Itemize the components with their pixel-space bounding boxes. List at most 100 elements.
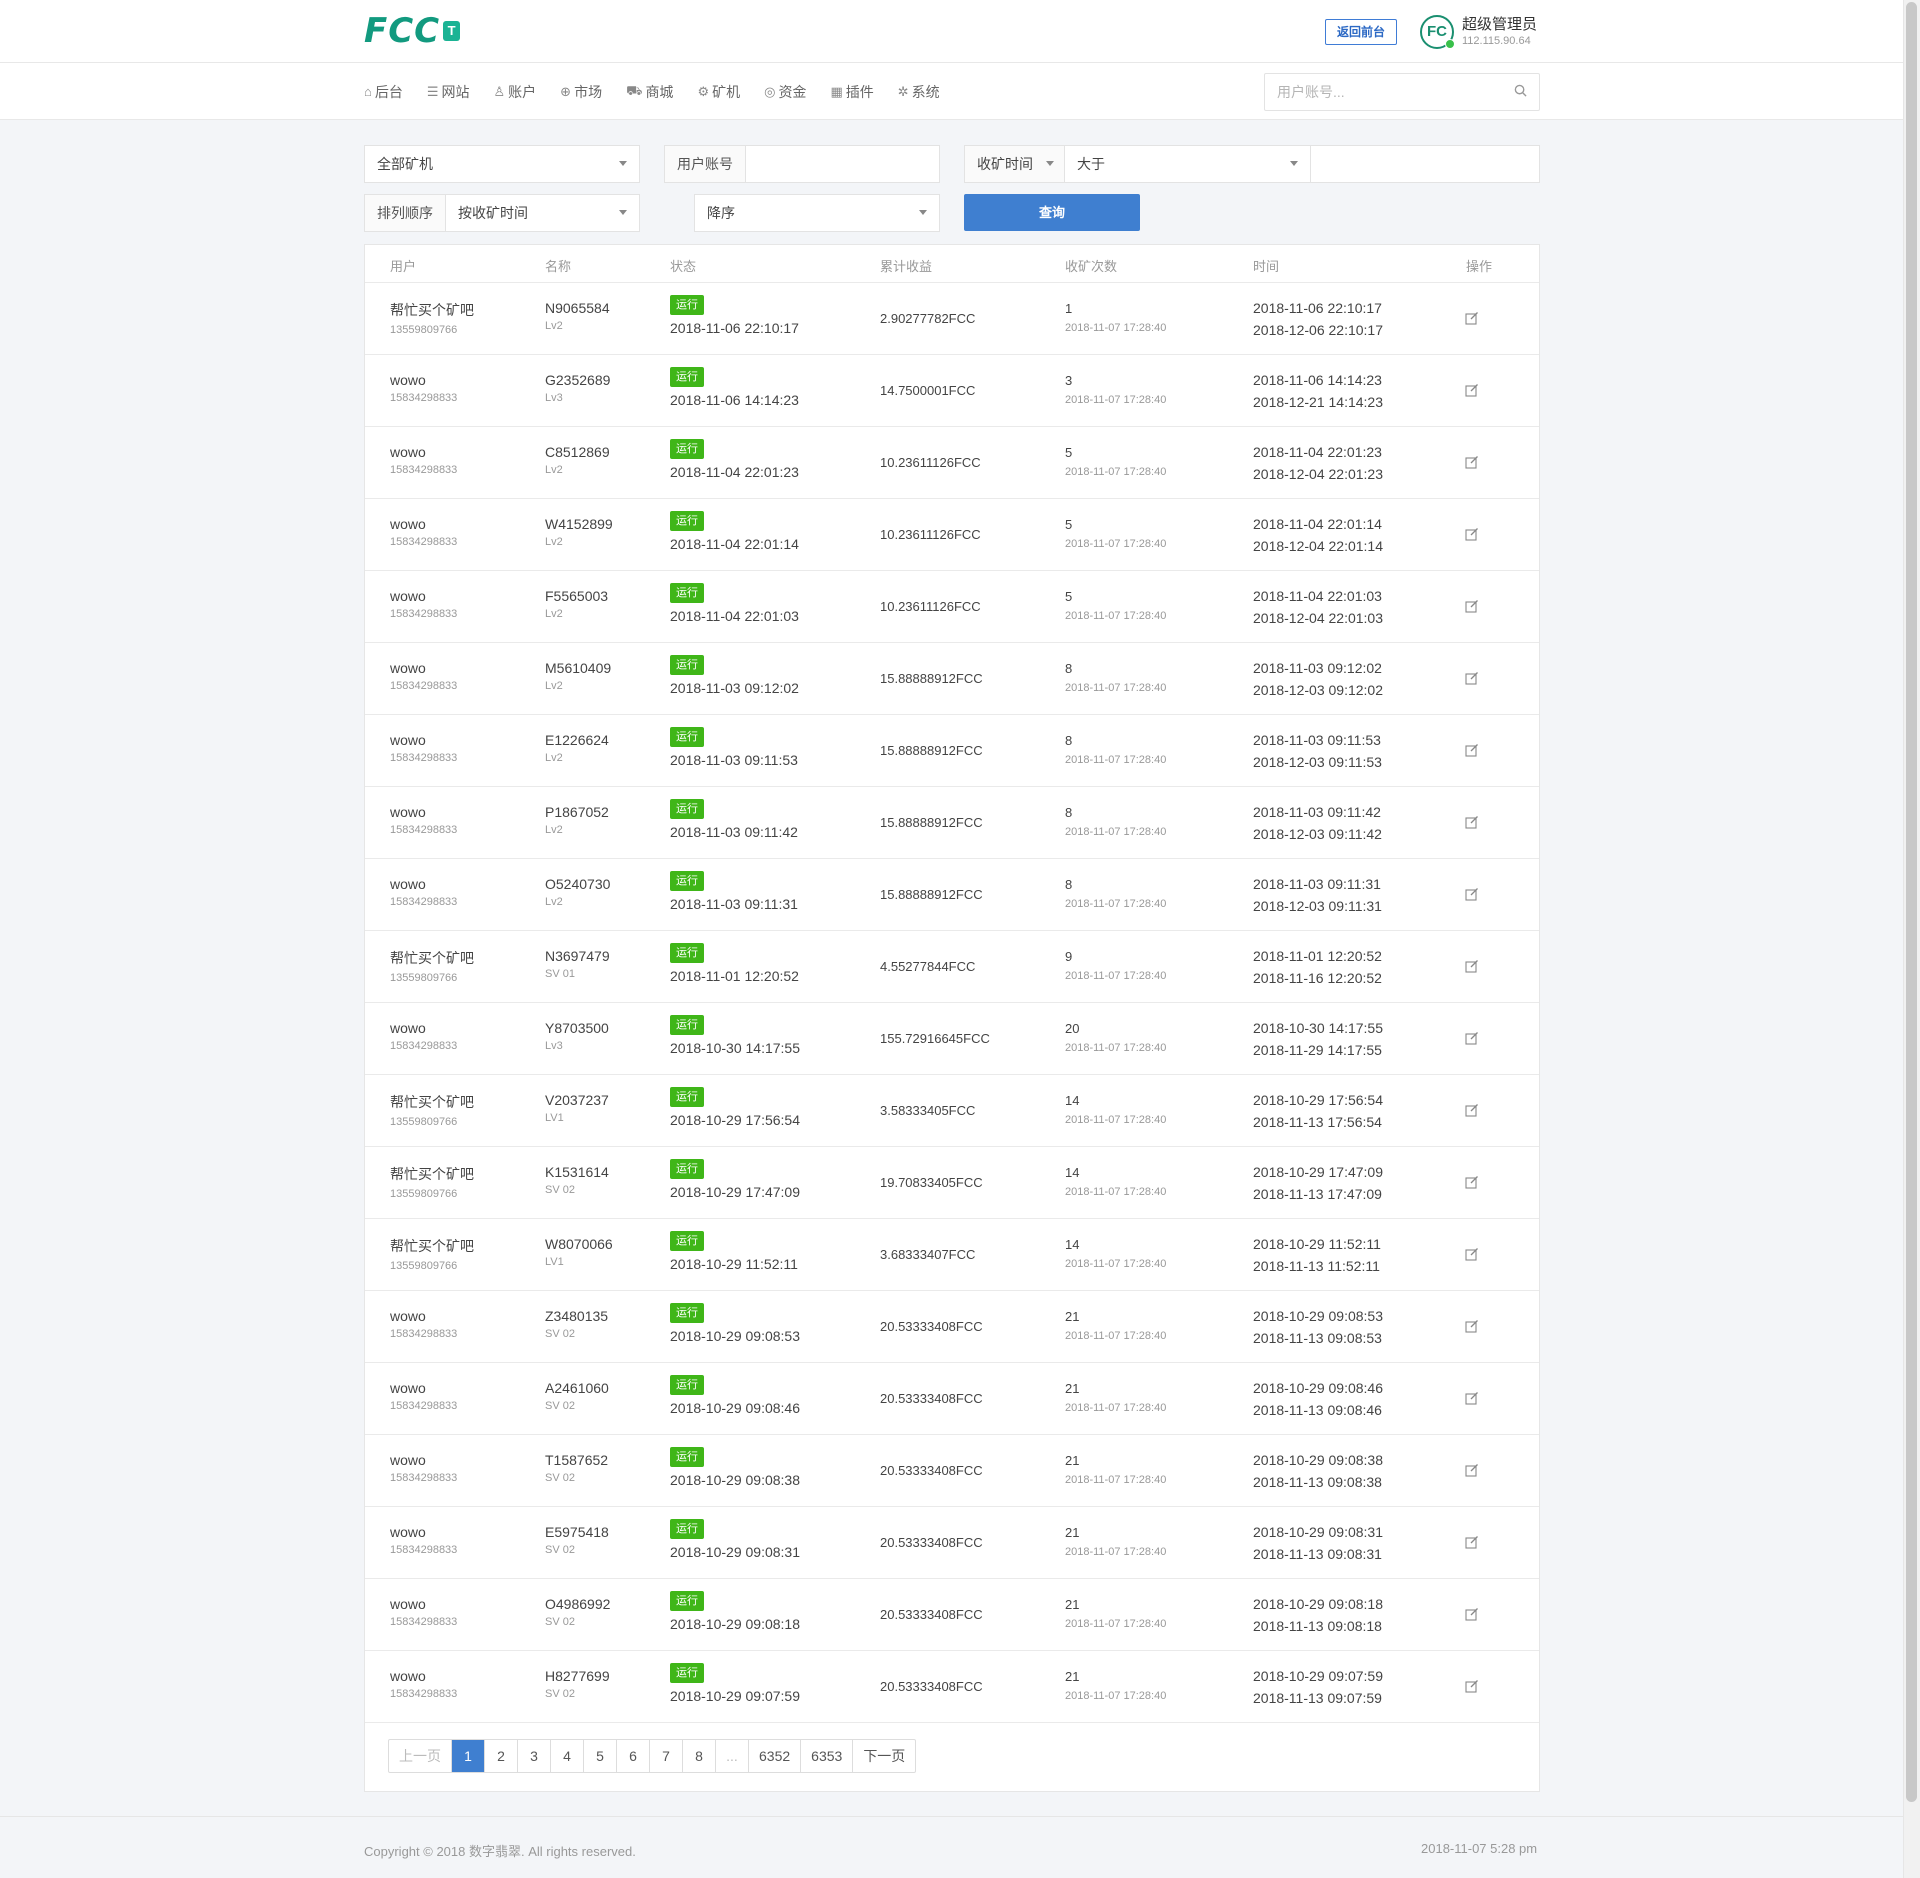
- status-time: 2018-10-29 09:08:38: [670, 1472, 800, 1488]
- nav-item-1[interactable]: ☰ 网站: [427, 82, 470, 102]
- edit-icon[interactable]: [1465, 1319, 1479, 1336]
- page-button[interactable]: 4: [551, 1740, 584, 1772]
- start-time: 2018-10-29 09:08:38: [1253, 1452, 1383, 1468]
- machine-cell: W8070066 LV1: [545, 1236, 613, 1268]
- nav-item-7[interactable]: ▦ 插件: [830, 82, 873, 102]
- end-time: 2018-11-13 09:08:18: [1253, 1618, 1382, 1634]
- nav-item-3[interactable]: ⊕ 市场: [560, 82, 602, 102]
- edit-icon[interactable]: [1465, 1607, 1479, 1624]
- machine-cell: W4152899 Lv2: [545, 516, 613, 548]
- edit-icon[interactable]: [1465, 1679, 1479, 1696]
- page-button[interactable]: 8: [683, 1740, 716, 1772]
- nav-item-5[interactable]: ⚙ 矿机: [697, 82, 740, 102]
- harvest-time: 2018-11-07 17:28:40: [1065, 1330, 1167, 1342]
- edit-icon[interactable]: [1465, 959, 1479, 976]
- start-time: 2018-11-04 22:01:03: [1253, 588, 1382, 604]
- end-time: 2018-12-03 09:11:42: [1253, 826, 1382, 842]
- harvest-count: 1: [1065, 301, 1073, 316]
- machine-level: Lv2: [545, 608, 563, 620]
- edit-icon[interactable]: [1465, 311, 1479, 328]
- user-name: wowo: [390, 1452, 426, 1468]
- edit-icon[interactable]: [1465, 599, 1479, 616]
- page-scrollbar[interactable]: [1903, 0, 1920, 1878]
- sort-dir-select[interactable]: 降序: [694, 194, 940, 232]
- machine-name: Y8703500: [545, 1020, 609, 1036]
- income-value: 3.68333407FCC: [880, 1247, 976, 1262]
- end-time: 2018-12-06 22:10:17: [1253, 322, 1383, 338]
- machine-cell: A2461060 SV 02: [545, 1380, 609, 1412]
- income-value: 2.90277782FCC: [880, 311, 976, 326]
- machine-level: SV 02: [545, 1400, 575, 1412]
- sort-by-select[interactable]: 按收矿时间: [446, 195, 639, 231]
- page-button[interactable]: 3: [518, 1740, 551, 1772]
- account-input[interactable]: [746, 146, 939, 182]
- harvest-count: 20: [1065, 1021, 1080, 1036]
- harvest-count: 3: [1065, 373, 1073, 388]
- col-status: 状态: [670, 259, 697, 274]
- logo-text: FCC: [364, 11, 441, 51]
- edit-icon[interactable]: [1465, 527, 1479, 544]
- end-time: 2018-12-03 09:12:02: [1253, 682, 1383, 698]
- user-cell: wowo 15834298833: [390, 1020, 457, 1052]
- nav-item-2[interactable]: ♙ 账户: [494, 82, 537, 102]
- page-button[interactable]: 1: [452, 1740, 485, 1772]
- page-button[interactable]: 7: [650, 1740, 683, 1772]
- page-button[interactable]: 2: [485, 1740, 518, 1772]
- end-time: 2018-11-29 14:17:55: [1253, 1042, 1382, 1058]
- nav-item-6[interactable]: ◎ 资金: [764, 82, 806, 102]
- edit-icon[interactable]: [1465, 1031, 1479, 1048]
- edit-icon[interactable]: [1465, 743, 1479, 760]
- edit-icon[interactable]: [1465, 671, 1479, 688]
- income-value: 10.23611126FCC: [880, 455, 981, 470]
- query-button[interactable]: 查询: [964, 194, 1140, 231]
- search-icon[interactable]: [1514, 84, 1527, 100]
- table-row: wowo 15834298833 E1226624 Lv2 运行 2018-11…: [365, 715, 1539, 787]
- table-row: wowo 15834298833 A2461060 SV 02 运行 2018-…: [365, 1363, 1539, 1435]
- edit-icon[interactable]: [1465, 1175, 1479, 1192]
- user-phone: 15834298833: [390, 1616, 458, 1628]
- grid-icon: ▦: [830, 83, 843, 99]
- page-button[interactable]: 6353: [801, 1740, 854, 1772]
- machine-select[interactable]: 全部矿机: [364, 145, 640, 183]
- machine-name: P1867052: [545, 804, 609, 820]
- edit-icon[interactable]: [1465, 1535, 1479, 1552]
- scrollbar-thumb[interactable]: [1906, 2, 1917, 1802]
- time-value-input[interactable]: [1311, 146, 1539, 182]
- edit-icon[interactable]: [1465, 455, 1479, 472]
- page-button[interactable]: 6352: [749, 1740, 802, 1772]
- col-income: 累计收益: [880, 259, 933, 274]
- edit-icon[interactable]: [1465, 1247, 1479, 1264]
- logo[interactable]: FCC T: [364, 11, 461, 51]
- edit-icon[interactable]: [1465, 887, 1479, 904]
- user-phone: 13559809766: [390, 972, 458, 984]
- harvest-count: 21: [1065, 1597, 1080, 1612]
- edit-icon[interactable]: [1465, 1391, 1479, 1408]
- user-phone: 15834298833: [390, 752, 458, 764]
- user-cell: wowo 15834298833: [390, 1668, 457, 1700]
- edit-icon[interactable]: [1465, 1103, 1479, 1120]
- admin-name[interactable]: 超级管理员: [1462, 13, 1537, 34]
- start-time: 2018-11-04 22:01:23: [1253, 444, 1382, 460]
- edit-icon[interactable]: [1465, 1463, 1479, 1480]
- sort-label: 排列顺序: [365, 195, 446, 231]
- income-value: 20.53333408FCC: [880, 1679, 983, 1694]
- prev-page-button[interactable]: 上一页: [389, 1740, 452, 1772]
- nav-item-0[interactable]: ⌂ 后台: [364, 82, 403, 102]
- nav-item-4[interactable]: ⛟ 商城: [626, 82, 673, 102]
- nav-item-label: 网站: [441, 83, 470, 100]
- page-button[interactable]: 5: [584, 1740, 617, 1772]
- nav-item-8[interactable]: ✲ 系统: [898, 82, 940, 102]
- table-row: 帮忙买个矿吧 13559809766 N3697479 SV 01 运行 201…: [365, 931, 1539, 1003]
- machine-level: Lv2: [545, 752, 563, 764]
- end-time: 2018-11-13 11:52:11: [1253, 1258, 1380, 1274]
- status-badge: 运行: [670, 295, 704, 315]
- return-frontend-button[interactable]: 返回前台: [1325, 19, 1397, 45]
- compare-select[interactable]: 大于: [1064, 145, 1311, 183]
- page-button[interactable]: 6: [617, 1740, 650, 1772]
- edit-icon[interactable]: [1465, 383, 1479, 400]
- edit-icon[interactable]: [1465, 815, 1479, 832]
- end-time: 2018-12-04 22:01:14: [1253, 538, 1383, 554]
- user-search-input[interactable]: [1265, 74, 1495, 110]
- next-page-button[interactable]: 下一页: [853, 1740, 915, 1772]
- time-field-select[interactable]: 收矿时间: [964, 145, 1065, 183]
